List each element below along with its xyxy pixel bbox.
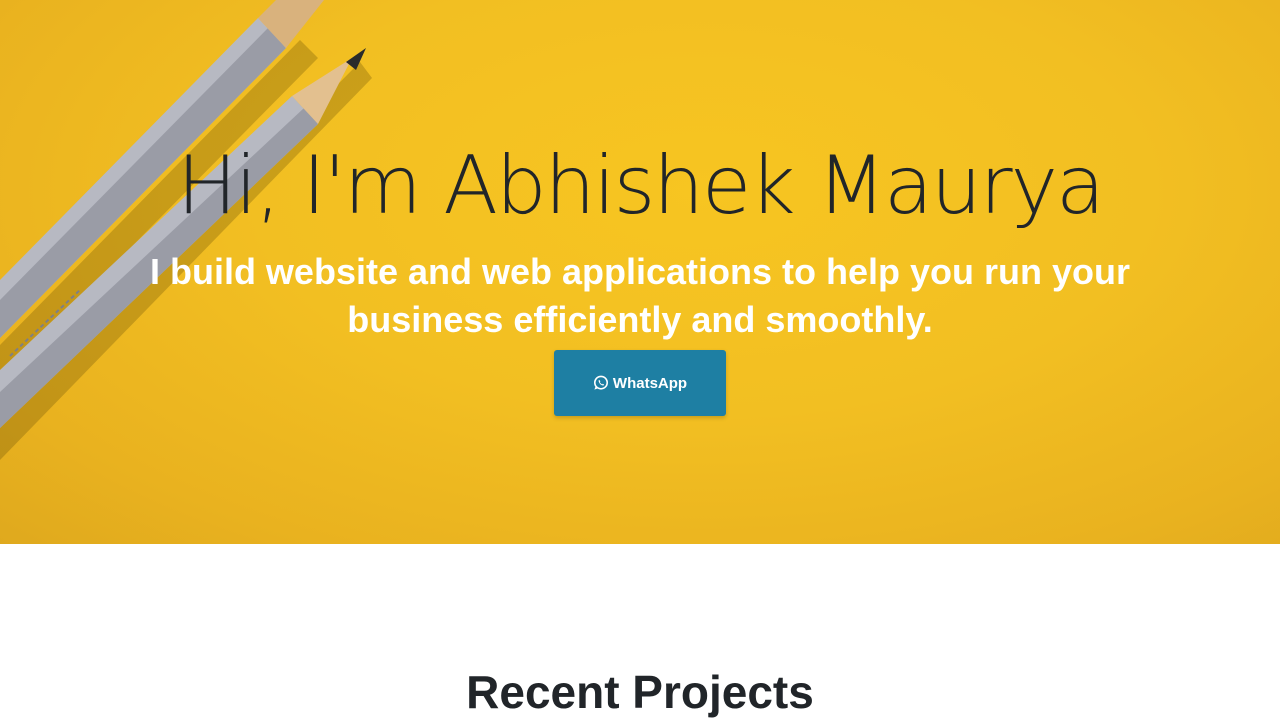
whatsapp-button[interactable]: WhatsApp (554, 350, 726, 416)
recent-projects-heading: Recent Projects (466, 666, 814, 718)
whatsapp-button-label: WhatsApp (612, 374, 688, 392)
hero-subtitle: I build website and web applications to … (149, 251, 1131, 340)
hero-title: Hi, I'm Abhishek Maurya (177, 139, 1105, 232)
whatsapp-icon (593, 375, 609, 391)
hero-section: Hi, I'm Abhishek Maurya I build website … (0, 0, 1280, 544)
